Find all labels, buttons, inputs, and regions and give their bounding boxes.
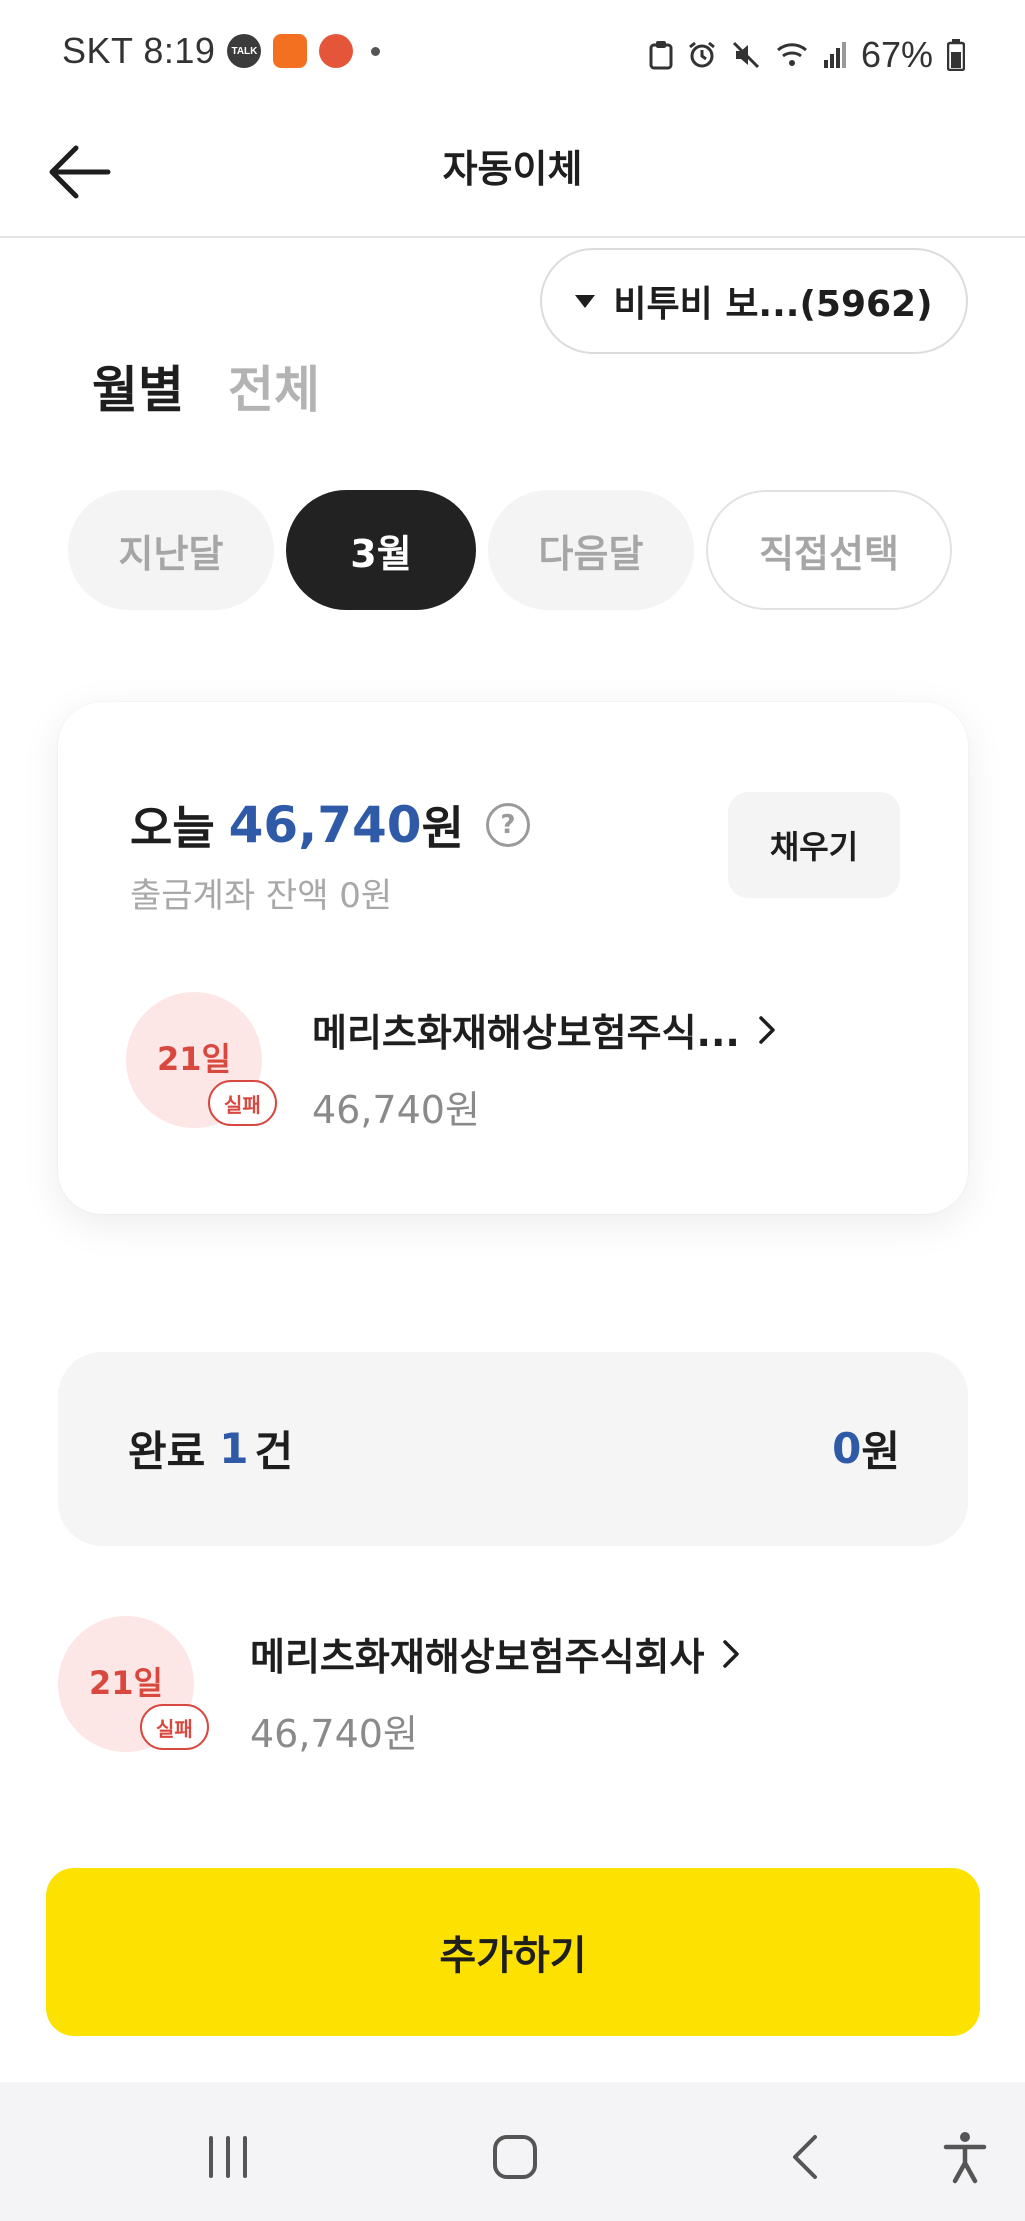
system-back-button[interactable] <box>770 2122 840 2192</box>
system-nav-bar <box>0 2082 1025 2221</box>
more-notifications-dot-icon <box>371 46 381 56</box>
done-amount-unit: 원 <box>861 1427 900 1476</box>
done-amount: 0 <box>832 1424 862 1473</box>
done-label: 완료 <box>128 1427 206 1476</box>
account-label: 비투비 보...(5962) <box>613 284 933 325</box>
accessibility-icon <box>943 2132 987 2184</box>
alarm-icon <box>689 41 715 68</box>
app-notification-icon <box>273 34 308 68</box>
view-tabs: 월별 전체 <box>92 350 320 422</box>
chip-custom-select[interactable]: 직접선택 <box>706 490 952 610</box>
fill-button[interactable]: 채우기 <box>728 792 900 898</box>
clipboard-icon <box>649 41 673 70</box>
caret-down-icon <box>575 294 596 308</box>
battery-icon <box>947 39 965 71</box>
tab-monthly[interactable]: 월별 <box>92 350 184 422</box>
chevron-left-icon <box>793 2135 817 2179</box>
date-text: 21일 <box>89 1664 163 1702</box>
home-icon <box>493 2135 537 2179</box>
status-badge: 실패 <box>208 1080 277 1126</box>
item-name: 메리츠화재해상보험주식... <box>312 1011 740 1055</box>
add-button[interactable]: 추가하기 <box>46 1868 980 2036</box>
accessibility-button[interactable] <box>930 2122 1000 2192</box>
signal-icon <box>823 42 846 68</box>
chevron-right-icon <box>759 1015 775 1044</box>
today-amount: 46,740 <box>228 796 422 854</box>
done-count: 1 <box>219 1424 249 1473</box>
item-amount: 46,740원 <box>250 1712 418 1756</box>
today-amount-unit: 원 <box>421 801 464 855</box>
done-count-unit: 건 <box>254 1427 294 1476</box>
date-badge: 21일 실패 <box>126 992 277 1128</box>
status-time: SKT 8:19 <box>62 30 216 71</box>
today-card: 오늘 46,740 원 ? 출금계좌 잔액 0원 채우기 21일 실패 메리츠화… <box>58 702 968 1214</box>
account-selector-dropdown[interactable]: 비투비 보...(5962) <box>540 248 968 354</box>
date-text: 21일 <box>157 1040 231 1078</box>
list-item[interactable]: 21일 실패 메리츠화재해상보험주식회사 46,740원 <box>58 1616 740 1758</box>
chip-previous-month[interactable]: 지난달 <box>68 490 274 610</box>
item-amount: 46,740원 <box>312 1088 480 1132</box>
status-badge: 실패 <box>140 1704 209 1750</box>
battery-percent: 67% <box>860 34 933 75</box>
wifi-icon <box>776 43 807 66</box>
date-badge: 21일 실패 <box>58 1616 209 1752</box>
month-chips: 지난달 3월 다음달 직접선택 <box>68 490 952 610</box>
page-title: 자동이체 <box>442 147 583 191</box>
game-notification-icon <box>319 34 354 68</box>
kakaotalk-notification-icon: TALK <box>227 34 262 68</box>
withdrawal-balance: 출금계좌 잔액 0원 <box>130 876 393 916</box>
chevron-right-icon <box>723 1639 740 1668</box>
today-label: 오늘 <box>130 801 215 855</box>
chip-current-month[interactable]: 3월 <box>286 490 476 610</box>
recent-apps-icon <box>209 2136 247 2178</box>
help-icon[interactable]: ? <box>485 803 530 847</box>
header: 자동이체 <box>0 110 1025 238</box>
mute-icon <box>732 41 759 69</box>
recent-apps-button[interactable] <box>193 2122 263 2192</box>
done-summary: 완료 1 건 0 원 <box>58 1352 968 1546</box>
tab-all[interactable]: 전체 <box>228 350 320 422</box>
today-transfer-item[interactable]: 21일 실패 메리츠화재해상보험주식... 46,740원 <box>126 992 776 1134</box>
status-bar: SKT 8:19 TALK 67% <box>0 0 1025 110</box>
chip-next-month[interactable]: 다음달 <box>488 490 694 610</box>
item-name: 메리츠화재해상보험주식회사 <box>250 1635 705 1679</box>
home-button[interactable] <box>480 2122 550 2192</box>
